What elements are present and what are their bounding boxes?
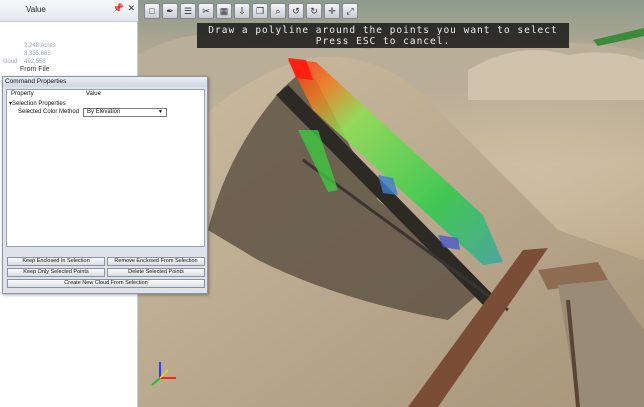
zoom-icon[interactable]: ⌕	[270, 3, 286, 19]
close-icon[interactable]: ✕	[127, 3, 135, 14]
point-cloud-viewport[interactable]: □ ✒ ☰ ✂ ▦ ⇩ ❐ ⌕ ↺ ↻ ✛ ⤢ Draw a polyline …	[138, 0, 644, 407]
keep-enclosed-button[interactable]: Keep Enclosed In Selection	[7, 257, 105, 266]
pin-icon[interactable]: 📌	[113, 3, 124, 14]
value-column-header: Value	[86, 91, 101, 97]
chevron-down-icon: ▼	[158, 109, 163, 115]
dialog-title[interactable]: Command Properties	[3, 77, 207, 87]
color-method-row: Selected Color Method By Elevation ▼	[7, 108, 204, 117]
properties-panel-header: Value 📌 ✕	[0, 0, 138, 22]
property-column-header: Property	[11, 91, 34, 97]
property-row[interactable]	[0, 33, 138, 42]
keep-only-selected-button[interactable]: Keep Only Selected Points	[7, 268, 105, 277]
polyline-select-icon[interactable]: ✒	[162, 3, 178, 19]
color-method-dropdown[interactable]: By Elevation ▼	[83, 108, 167, 117]
copy-icon[interactable]: ❐	[252, 3, 268, 19]
selection-properties-section[interactable]: ▾Selection Properties	[7, 100, 204, 108]
cut-icon[interactable]: ✂	[198, 3, 214, 19]
viewport-toolbar: □ ✒ ☰ ✂ ▦ ⇩ ❐ ⌕ ↺ ↻ ✛ ⤢	[144, 3, 358, 23]
box-select-icon[interactable]: □	[144, 3, 160, 19]
grid-icon[interactable]: ▦	[216, 3, 232, 19]
layers-icon[interactable]: ☰	[180, 3, 196, 19]
axis-gizmo-icon	[151, 362, 176, 386]
instruction-line-2: Press ESC to cancel.	[315, 36, 451, 47]
color-method-label: Selected Color Method	[18, 109, 80, 115]
remove-enclosed-button[interactable]: Remove Enclosed From Selection	[107, 257, 205, 266]
from-file-value[interactable]: From File	[20, 66, 50, 73]
rotate-right-icon[interactable]: ↻	[306, 3, 322, 19]
create-new-cloud-button[interactable]: Create New Cloud From Selection	[7, 279, 205, 288]
value-column-header: Value	[26, 5, 46, 14]
delete-selected-button[interactable]: Delete Selected Points	[107, 268, 205, 277]
command-properties-dialog: Command Properties Property Value ▾Selec…	[2, 76, 208, 294]
property-grid-header: Property Value	[7, 90, 204, 99]
property-grid: Property Value ▾Selection Properties Sel…	[6, 89, 205, 247]
gravel-pile-right	[468, 50, 644, 100]
property-row[interactable]	[0, 24, 138, 33]
expand-icon[interactable]: ⤢	[342, 3, 358, 19]
export-icon[interactable]: ⇩	[234, 3, 250, 19]
terrain-scene	[138, 0, 644, 407]
pan-icon[interactable]: ✛	[324, 3, 340, 19]
selection-instruction-banner: Draw a polyline around the points you wa…	[197, 23, 569, 48]
instruction-line-1: Draw a polyline around the points you wa…	[208, 25, 558, 36]
rotate-left-icon[interactable]: ↺	[288, 3, 304, 19]
